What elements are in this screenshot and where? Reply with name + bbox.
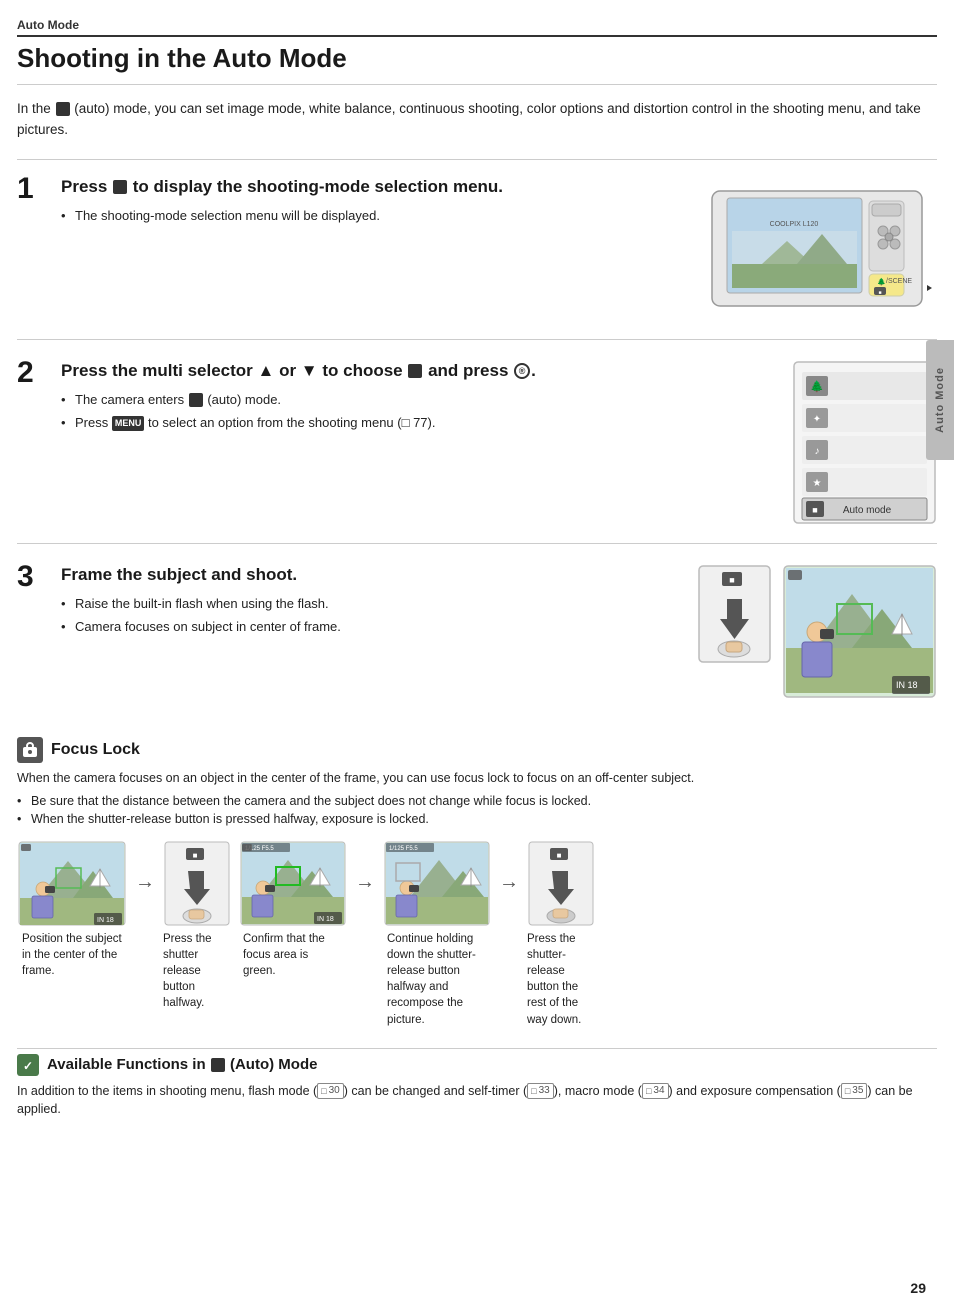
svg-text:■: ■ <box>557 851 562 860</box>
available-functions-section: ✓ Available Functions in (Auto) Mode In … <box>17 1048 937 1120</box>
svg-text:■: ■ <box>729 575 734 585</box>
ok-button-icon: ® <box>514 363 530 379</box>
mode-selector-svg: 🌲 ✦ ♪ ★ ■ Auto mode <box>792 360 937 525</box>
focus-step-1: IN 18 Position the subject in the center… <box>17 841 127 979</box>
focus-step-2: ■ Press the shutter release button halfw… <box>163 841 231 1011</box>
svg-text:COOLPIX L120: COOLPIX L120 <box>770 221 819 228</box>
svg-text:🌲: 🌲 <box>877 277 886 286</box>
step-2-number: 2 <box>17 356 45 390</box>
focus-step2-img: ■ <box>164 841 230 926</box>
step-2-title: Press the multi selector ▲ or ▼ to choos… <box>61 360 776 383</box>
focus-lock-header: Focus Lock <box>17 737 937 763</box>
focus-step4-caption: Continue holding down the shutter-releas… <box>387 931 487 1028</box>
page-title: Shooting in the Auto Mode <box>17 43 937 85</box>
focus-step2-caption: Press the shutter release button halfway… <box>163 931 231 1011</box>
ref-30: 30 <box>317 1083 344 1099</box>
step-3-bullet-1: Raise the built-in flash when using the … <box>61 594 681 614</box>
intro-text: In the (auto) mode, you can set image mo… <box>17 99 937 141</box>
svg-text:Auto mode: Auto mode <box>843 505 892 516</box>
focus-step3-caption: Confirm that the focus area is green. <box>243 931 343 979</box>
camera-icon <box>56 102 70 116</box>
focus-step4-img: 1/125 F5.5 <box>384 841 490 926</box>
svg-text:✓: ✓ <box>23 1059 33 1073</box>
focus-step3-img: 1/125 F5.5 IN 18 <box>240 841 346 926</box>
page-number: 29 <box>910 1280 926 1296</box>
avail-title: Available Functions in (Auto) Mode <box>47 1056 317 1073</box>
side-tab: Auto Mode <box>926 340 954 460</box>
step-1-content: Press to display the shooting-mode selec… <box>61 176 691 229</box>
step-3-title: Frame the subject and shoot. <box>61 564 681 587</box>
section-header: Auto Mode <box>17 18 937 37</box>
svg-text:IN 18: IN 18 <box>317 916 334 923</box>
step-3-content: Frame the subject and shoot. Raise the b… <box>61 564 681 640</box>
svg-text:■: ■ <box>812 505 817 515</box>
ref-35: 35 <box>841 1083 868 1099</box>
step-1-title: Press to display the shooting-mode selec… <box>61 176 691 199</box>
svg-text:/SCENE: /SCENE <box>886 278 912 285</box>
camera-back-svg: COOLPIX L120 🌲 <box>707 176 937 321</box>
ref-33: 33 <box>527 1083 554 1099</box>
focus-steps-row: IN 18 Position the subject in the center… <box>17 841 937 1028</box>
side-tab-label: Auto Mode <box>934 367 946 433</box>
avail-header: ✓ Available Functions in (Auto) Mode <box>17 1054 937 1076</box>
step-2-content: Press the multi selector ▲ or ▼ to choos… <box>61 360 776 436</box>
avail-text: In addition to the items in shooting men… <box>17 1082 937 1120</box>
focus-lock-section: Focus Lock When the camera focuses on an… <box>17 737 937 1028</box>
svg-text:♪: ♪ <box>815 446 820 457</box>
focus-step-4: 1/125 F5.5 Continue holding down the shu… <box>383 841 491 1028</box>
arrow-3: → <box>499 871 519 894</box>
menu-icon: MENU <box>112 416 145 432</box>
focus-lock-title: Focus Lock <box>51 741 140 759</box>
focus-step1-img: IN 18 <box>18 841 126 926</box>
step-1-bullet-1: The shooting-mode selection menu will be… <box>61 206 691 226</box>
focus-step-3: 1/125 F5.5 IN 18 Confirm that the focus … <box>239 841 347 979</box>
step-2-bullets: The camera enters (auto) mode. Press MEN… <box>61 390 776 433</box>
camera-icon-inline <box>189 393 203 407</box>
person-scene-svg: IN 18 <box>782 564 937 699</box>
focus-lock-icon <box>17 737 43 763</box>
focus-lock-bullets: Be sure that the distance between the ca… <box>17 792 937 830</box>
step-2-bullet-2: Press MENU to select an option from the … <box>61 413 776 433</box>
svg-text:■: ■ <box>193 851 198 860</box>
focus-lock-bullet-1: Be sure that the distance between the ca… <box>17 792 937 811</box>
arrow-2: → <box>355 871 375 894</box>
step-1-bullets: The shooting-mode selection menu will be… <box>61 206 691 226</box>
arrow-1: → <box>135 871 155 894</box>
focus-step1-caption: Position the subject in the center of th… <box>22 931 122 979</box>
step-3-bullet-2: Camera focuses on subject in center of f… <box>61 617 681 637</box>
camera-icon-step2 <box>408 364 422 378</box>
svg-text:🌲: 🌲 <box>810 380 824 393</box>
focus-step5-img: ■ <box>528 841 594 926</box>
step-1-image: COOLPIX L120 🌲 <box>707 176 937 321</box>
step-3-images: ■ <box>697 564 937 699</box>
step-2: 2 Press the multi selector ▲ or ▼ to cho… <box>17 360 937 544</box>
focus-step5-caption: Press the shutter-release button the res… <box>527 931 595 1028</box>
step-1: 1 Press to display the shooting-mode sel… <box>17 176 937 340</box>
step-1-number: 1 <box>17 172 45 206</box>
camera-icon-step1 <box>113 180 127 194</box>
ref-34: 34 <box>642 1083 669 1099</box>
shutter-press-svg: ■ <box>697 564 772 664</box>
step-3-bullets: Raise the built-in flash when using the … <box>61 594 681 637</box>
step-2-bullet-1: The camera enters (auto) mode. <box>61 390 776 410</box>
camera-icon-avail <box>211 1058 225 1072</box>
focus-lock-bullet-2: When the shutter-release button is press… <box>17 810 937 829</box>
step-3: 3 Frame the subject and shoot. Raise the… <box>17 564 937 717</box>
svg-text:1/125 F5.5: 1/125 F5.5 <box>389 846 418 852</box>
svg-text:✦: ✦ <box>813 414 821 425</box>
svg-text:IN 18: IN 18 <box>97 917 114 924</box>
svg-text:IN 18: IN 18 <box>896 680 918 690</box>
step-2-image: 🌲 ✦ ♪ ★ ■ Auto mode <box>792 360 937 525</box>
svg-text:★: ★ <box>813 478 822 489</box>
avail-icon: ✓ <box>17 1054 39 1076</box>
focus-lock-desc: When the camera focuses on an object in … <box>17 769 937 788</box>
focus-step-5: ■ Press the shutter-release button the r… <box>527 841 595 1028</box>
step-3-number: 3 <box>17 560 45 594</box>
svg-text:■: ■ <box>878 290 881 296</box>
